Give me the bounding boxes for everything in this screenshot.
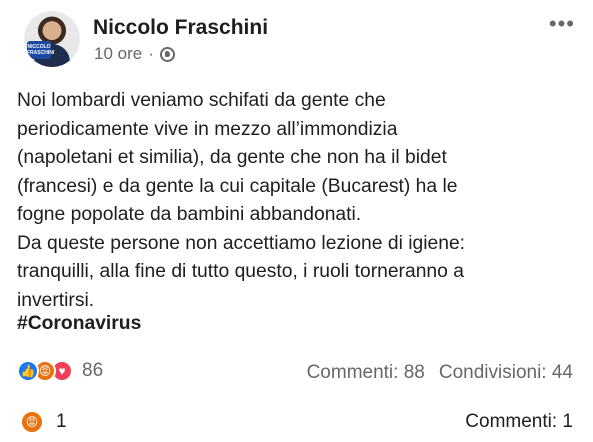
comment-comments-link[interactable]: Commenti: 1 bbox=[465, 411, 573, 433]
facebook-post: NICCOLO FRASCHINI Niccolo Fraschini 10 o… bbox=[0, 0, 593, 442]
shares-count-link[interactable]: Condivisioni: 44 bbox=[439, 362, 573, 384]
more-options-icon[interactable]: ••• bbox=[549, 13, 575, 35]
post-text: Noi lombardi veniamo schifati da gente c… bbox=[17, 87, 587, 315]
author-avatar[interactable]: NICCOLO FRASCHINI bbox=[24, 11, 80, 67]
post-text-line: fogne popolate da bambini abbandonati. bbox=[17, 204, 362, 225]
meta-separator: · bbox=[148, 44, 154, 63]
reactions-summary[interactable]: 👍 😡 ♥ 86 bbox=[17, 360, 103, 382]
post-stats: Commenti: 88 Condivisioni: 44 bbox=[307, 362, 573, 384]
post-text-line: periodicamente vive in mezzo all’immondi… bbox=[17, 118, 398, 140]
post-text-line: (napoletani et similia), da gente che no… bbox=[17, 147, 447, 168]
post-text-line: Da queste persone non accettiamo lezione… bbox=[17, 232, 466, 254]
comment-reactions[interactable]: 😡 1 bbox=[20, 410, 67, 434]
post-text-line: (francesi) e da gente la cui capitale (B… bbox=[17, 175, 458, 197]
globe-icon[interactable] bbox=[159, 46, 175, 62]
comments-count-link[interactable]: Commenti: 88 bbox=[307, 362, 425, 384]
reactions-count: 86 bbox=[82, 360, 104, 381]
post-text-line: tranquilli, alla fine di tutto questo, i… bbox=[17, 261, 464, 282]
post-text-line: invertirsi. bbox=[17, 289, 95, 311]
post-time[interactable]: 10 ore bbox=[94, 44, 142, 64]
angry-reaction-icon: 😡 bbox=[20, 410, 44, 434]
hashtag-link[interactable]: #Coronavirus bbox=[17, 313, 141, 335]
author-name[interactable]: Niccolo Fraschini bbox=[93, 16, 268, 40]
avatar-badge: NICCOLO FRASCHINI bbox=[27, 41, 54, 59]
post-meta: 10 ore · bbox=[94, 44, 175, 64]
like-reaction-icon: 👍 bbox=[17, 360, 39, 382]
comment-reactions-count: 1 bbox=[56, 411, 67, 432]
divider bbox=[0, 396, 593, 397]
post-text-line: Noi lombardi veniamo schifati da gente c… bbox=[17, 90, 386, 111]
